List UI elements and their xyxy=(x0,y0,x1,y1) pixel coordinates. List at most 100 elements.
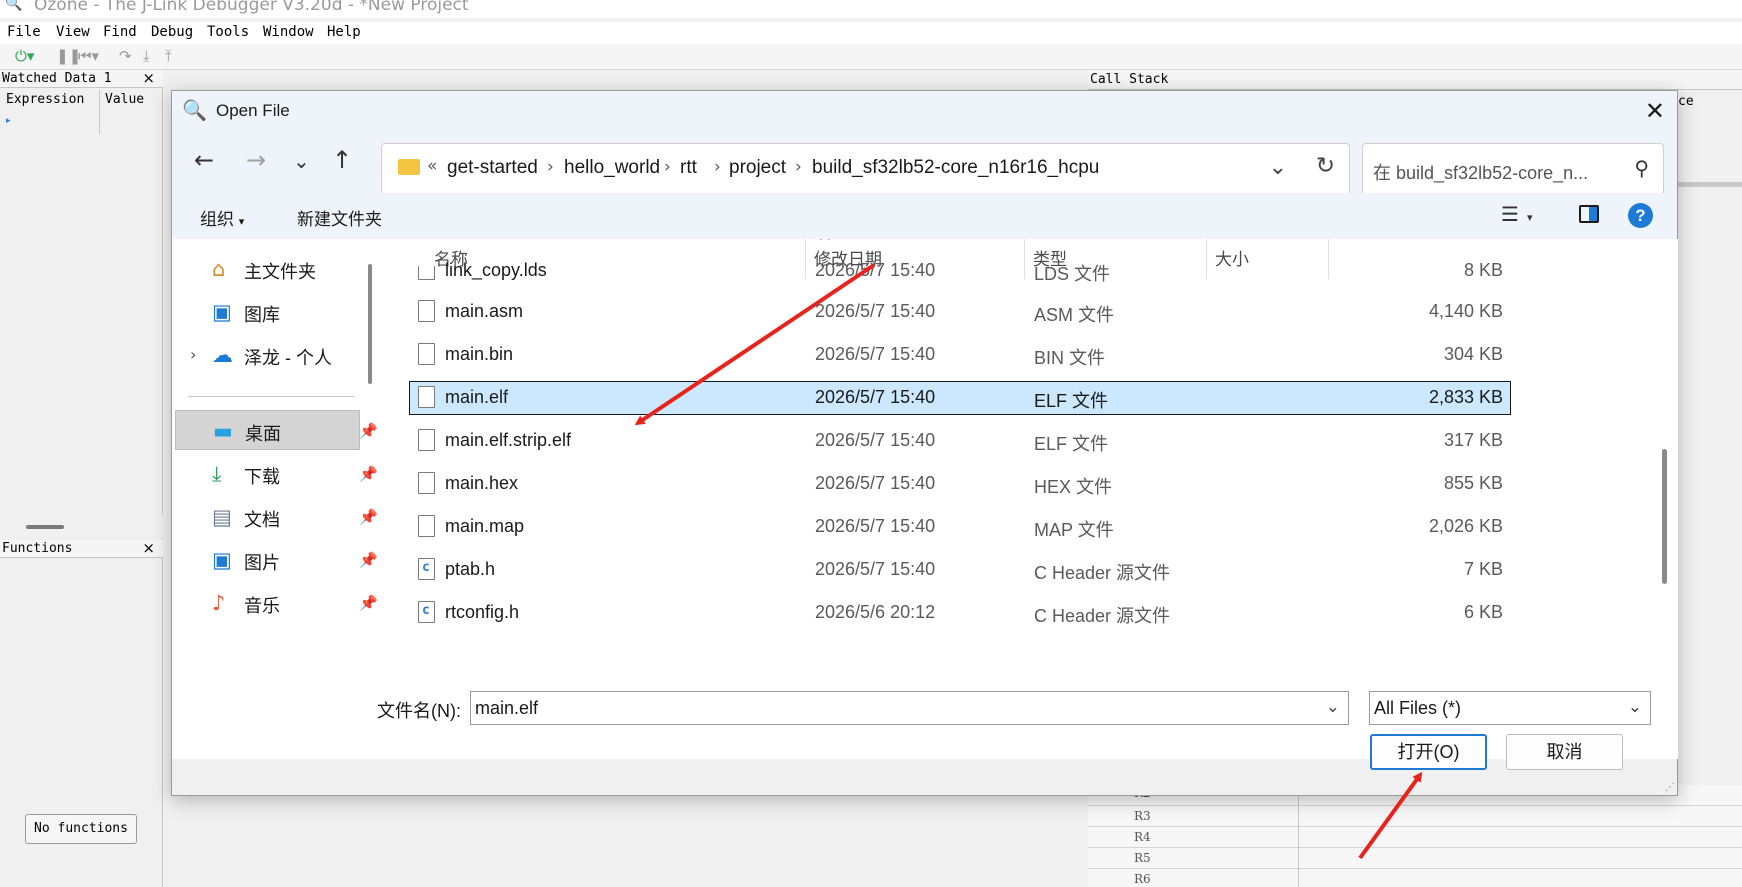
register-row[interactable]: R3 xyxy=(1088,806,1742,827)
resize-grip-icon[interactable]: ⋰ xyxy=(1665,782,1675,793)
chevron-down-icon[interactable]: ⌄ xyxy=(1326,697,1340,717)
file-row[interactable]: main.elf.strip.elf 2026/5/7 15:40 ELF 文件… xyxy=(409,424,1511,458)
pin-icon[interactable]: 📌 xyxy=(359,422,378,440)
nav-scrollbar[interactable] xyxy=(368,264,372,384)
nav-item-desktop[interactable]: ▬ 桌面 📌 xyxy=(175,410,378,450)
gallery-icon: ▣ xyxy=(212,300,232,324)
chevron-down-icon[interactable]: ⌄ xyxy=(1269,155,1287,180)
chevron-down-icon[interactable]: ⌄ xyxy=(1628,697,1642,717)
forward-arrow-icon[interactable]: → xyxy=(246,148,266,172)
step-out-icon[interactable]: ⤒ xyxy=(165,47,172,65)
breadcrumb-item[interactable]: hello_world xyxy=(564,157,660,179)
file-row[interactable]: link_copy.lds 2026/5/7 15:40 LDS 文件 8 KB xyxy=(409,260,1511,296)
file-list-scrollbar[interactable] xyxy=(1662,449,1667,584)
file-size: 855 KB xyxy=(1443,473,1503,493)
expand-arrow-icon[interactable]: ▸ xyxy=(6,116,11,126)
file-size: 4,140 KB xyxy=(1428,301,1503,321)
close-icon[interactable]: × xyxy=(142,69,155,87)
breadcrumb-overflow[interactable]: « xyxy=(427,156,437,176)
menu-view[interactable]: View xyxy=(56,24,90,40)
chevron-right-icon[interactable]: › xyxy=(664,157,671,177)
menu-file[interactable]: File xyxy=(7,24,41,40)
file-row[interactable]: ptab.h 2026/5/7 15:40 C Header 源文件 7 KB xyxy=(409,553,1511,587)
home-icon: ⌂ xyxy=(212,257,226,281)
menu-find[interactable]: Find xyxy=(103,24,137,40)
file-name: ptab.h xyxy=(445,559,496,579)
organize-menu[interactable]: 组织 ▾ xyxy=(200,205,244,230)
breadcrumb-item[interactable]: get-started xyxy=(447,157,538,179)
search-input[interactable]: 在 build_sf32lb52-core_n... ⚲ xyxy=(1362,143,1664,195)
file-type-filter[interactable]: All Files (*) ⌄ xyxy=(1369,691,1651,725)
nav-item-label: 桌面 xyxy=(245,424,281,444)
organize-label: 组织 xyxy=(200,210,234,229)
step-into-icon[interactable]: ⤓ xyxy=(143,47,150,65)
no-functions-button[interactable]: No functions xyxy=(25,814,137,844)
nav-divider xyxy=(188,396,355,397)
register-row[interactable]: R5 xyxy=(1088,848,1742,869)
pin-icon[interactable]: 📌 xyxy=(359,551,378,569)
back-arrow-icon[interactable]: ← xyxy=(194,148,214,172)
close-icon[interactable]: ✕ xyxy=(1645,97,1665,125)
cancel-button[interactable]: 取消 xyxy=(1506,734,1623,770)
nav-item-home[interactable]: ⌂ 主文件夹 xyxy=(172,249,377,289)
nav-item-pictures[interactable]: ▣ 图片 📌 xyxy=(172,540,378,580)
nav-item-music[interactable]: ♪ 音乐 📌 xyxy=(172,583,378,623)
breadcrumb-item[interactable]: project xyxy=(729,157,786,179)
register-row[interactable]: R6 xyxy=(1088,869,1742,887)
menu-tools[interactable]: Tools xyxy=(207,24,249,40)
pin-icon[interactable]: 📌 xyxy=(359,594,378,612)
up-arrow-icon[interactable]: ↑ xyxy=(332,148,352,172)
nav-item-gallery[interactable]: ▣ 图库 xyxy=(172,292,377,332)
file-row-selected[interactable]: main.elf 2026/5/7 15:40 ELF 文件 2,833 KB xyxy=(409,381,1511,415)
breadcrumb-item[interactable]: build_sf32lb52-core_n16r16_hcpu xyxy=(812,157,1099,179)
file-row[interactable]: main.bin 2026/5/7 15:40 BIN 文件 304 KB xyxy=(409,338,1511,372)
chevron-down-icon[interactable]: ⌄ xyxy=(293,151,310,171)
expression-column-header[interactable]: Expression xyxy=(6,92,84,107)
file-date: 2026/5/7 15:40 xyxy=(815,473,936,493)
register-row[interactable]: R4 xyxy=(1088,827,1742,848)
dialog-titlebar: 🔍 Open File ✕ xyxy=(172,91,1677,133)
filename-value: main.elf xyxy=(475,698,539,718)
chevron-right-icon[interactable]: › xyxy=(795,157,802,177)
close-icon[interactable]: × xyxy=(142,539,155,557)
help-icon[interactable]: ? xyxy=(1628,203,1653,228)
pin-icon[interactable]: 📌 xyxy=(359,508,378,526)
file-row[interactable]: main.hex 2026/5/7 15:40 HEX 文件 855 KB xyxy=(409,467,1511,501)
file-size: 7 KB xyxy=(1463,559,1503,579)
preview-pane-icon[interactable] xyxy=(1579,205,1599,223)
address-bar[interactable]: « get-started › hello_world › rtt › proj… xyxy=(381,143,1350,195)
pin-icon[interactable]: 📌 xyxy=(359,465,378,483)
file-row[interactable]: main.asm 2026/5/7 15:40 ASM 文件 4,140 KB xyxy=(409,295,1511,329)
search-icon[interactable]: ⚲ xyxy=(1634,156,1649,180)
splitter-handle[interactable] xyxy=(26,525,64,529)
file-row[interactable]: rtconfig.h 2026/5/6 20:12 C Header 源文件 6… xyxy=(409,596,1511,630)
reset-icon[interactable]: ⏮▾ xyxy=(78,47,99,65)
nav-item-onedrive[interactable]: › ☁ 泽龙 - 个人 xyxy=(172,335,377,375)
search-placeholder: 在 build_sf32lb52-core_n... xyxy=(1373,163,1589,183)
chevron-right-icon[interactable]: › xyxy=(547,157,554,177)
music-icon: ♪ xyxy=(212,591,226,615)
file-row[interactable]: main.map 2026/5/7 15:40 MAP 文件 2,026 KB xyxy=(409,510,1511,544)
new-folder-button[interactable]: 新建文件夹 xyxy=(297,205,382,230)
chevron-right-icon[interactable]: › xyxy=(714,157,721,177)
nav-item-documents[interactable]: ▤ 文档 📌 xyxy=(172,497,378,537)
nav-item-label: 音乐 xyxy=(244,596,280,616)
refresh-icon[interactable]: ↻ xyxy=(1316,153,1335,179)
file-size: 8 KB xyxy=(1463,260,1503,280)
nav-item-downloads[interactable]: ⤓ 下载 📌 xyxy=(172,454,378,494)
step-over-icon[interactable]: ↷ xyxy=(119,47,132,65)
menu-help[interactable]: Help xyxy=(327,24,361,40)
chevron-right-icon[interactable]: › xyxy=(190,345,196,364)
menu-window[interactable]: Window xyxy=(263,24,314,40)
watched-data-title: Watched Data 1 xyxy=(2,71,112,86)
filename-input[interactable]: main.elf ⌄ xyxy=(470,691,1349,725)
menu-bar: File View Find Debug Tools Window Help xyxy=(0,22,1742,44)
open-button[interactable]: 打开(O) xyxy=(1370,734,1487,770)
breadcrumb-item[interactable]: rtt xyxy=(680,157,697,179)
value-column-header[interactable]: Value xyxy=(105,92,144,107)
c-header-icon xyxy=(418,601,435,623)
view-list-icon[interactable]: ☰ ▾ xyxy=(1501,202,1532,226)
menu-debug[interactable]: Debug xyxy=(151,24,193,40)
file-list: ^ 名称 修改日期 类型 大小 link_copy.lds 2026/5/7 1… xyxy=(388,239,1678,759)
power-icon[interactable]: ⏻▾ xyxy=(15,47,34,65)
